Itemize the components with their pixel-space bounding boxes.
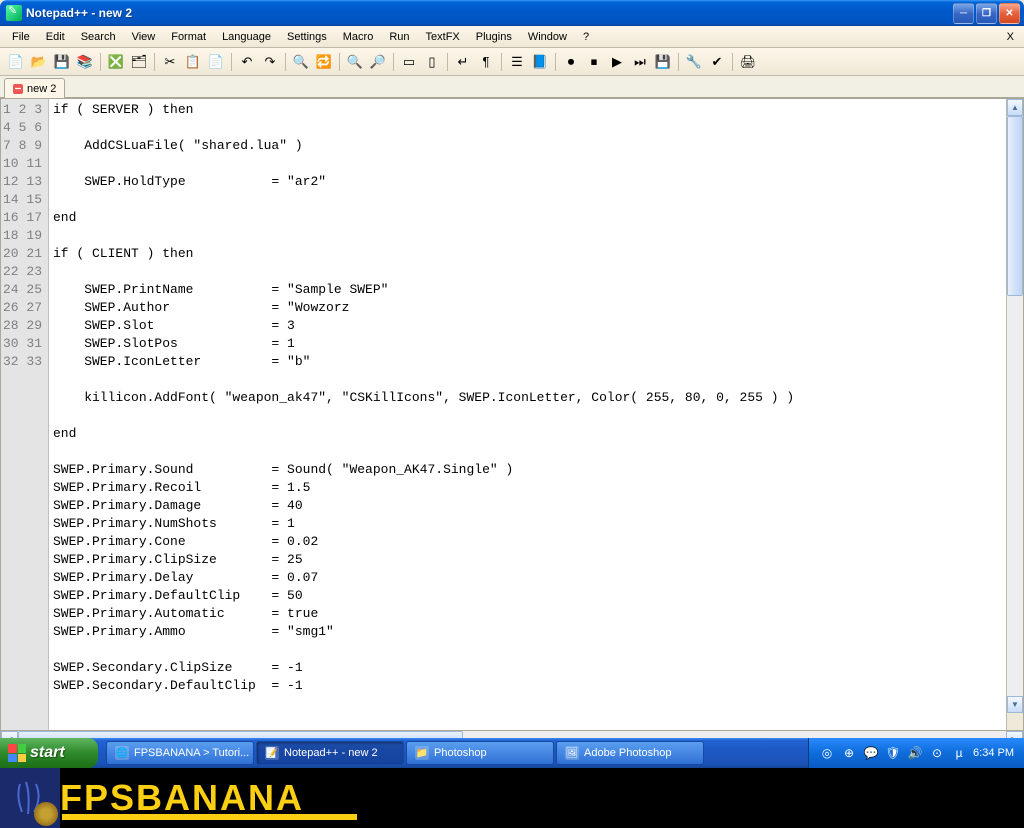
tray-icon[interactable]: ◎ — [819, 745, 835, 761]
toolbar: 📄📂💾📚❎🗂✂📋📄↶↷🔍🔁🔍🔎▭▯↵¶☰📘⏺⏹▶⏭💾🔧✔🖨 — [0, 48, 1024, 76]
tray-icon[interactable]: ⊙ — [929, 745, 945, 761]
zoom-in-icon[interactable]: 🔍 — [345, 52, 365, 72]
play-multi-icon[interactable]: ⏭ — [630, 52, 650, 72]
app-icon — [6, 5, 22, 21]
tray-icon[interactable]: 💬 — [863, 745, 879, 761]
tabbar: new 2 — [0, 76, 1024, 98]
cut-icon[interactable]: ✂ — [160, 52, 180, 72]
titlebar[interactable]: Notepad++ - new 2 ─ ❐ ✕ — [0, 0, 1024, 26]
mdi-close-button[interactable]: X — [1001, 29, 1020, 45]
save-icon[interactable]: 💾 — [52, 52, 72, 72]
tab-label: new 2 — [27, 83, 56, 95]
stop-icon[interactable]: ⏹ — [584, 52, 604, 72]
menu-window[interactable]: Window — [520, 29, 575, 45]
menu-file[interactable]: File — [4, 29, 38, 45]
save-macro-icon[interactable]: 💾 — [653, 52, 673, 72]
menu-plugins[interactable]: Plugins — [468, 29, 520, 45]
menu-format[interactable]: Format — [163, 29, 214, 45]
task-icon: 📝 — [265, 746, 279, 760]
taskbar: start 🌐FPSBANANA > Tutori...📝Notepad++ -… — [0, 738, 1024, 768]
tray-icon[interactable]: µ — [951, 745, 967, 761]
sync-h-icon[interactable]: ▯ — [422, 52, 442, 72]
user-lang-icon[interactable]: 📘 — [530, 52, 550, 72]
minimize-button[interactable]: ─ — [953, 3, 974, 24]
fpsbanana-banner: FPSBANANA — [0, 768, 1024, 828]
zoom-out-icon[interactable]: 🔎 — [368, 52, 388, 72]
tab-new-2[interactable]: new 2 — [4, 78, 65, 98]
scroll-down-icon[interactable]: ▼ — [1007, 696, 1023, 713]
task-buttons: 🌐FPSBANANA > Tutori...📝Notepad++ - new 2… — [98, 738, 808, 768]
windows-logo-icon — [8, 744, 26, 762]
banner-text: FPSBANANA — [60, 780, 304, 816]
task-icon: 📁 — [415, 746, 429, 760]
replace-icon[interactable]: 🔁 — [314, 52, 334, 72]
line-gutter[interactable]: 1 2 3 4 5 6 7 8 9 10 11 12 13 14 15 16 1… — [1, 99, 49, 730]
close-all-icon[interactable]: 🗂 — [129, 52, 149, 72]
paste-icon[interactable]: 📄 — [206, 52, 226, 72]
editor: 1 2 3 4 5 6 7 8 9 10 11 12 13 14 15 16 1… — [0, 98, 1024, 731]
system-tray: ◎ ⊕ 💬 🛡 🔊 ⊙ µ 6:34 PM — [808, 738, 1024, 768]
task-icon: 🖼 — [565, 746, 579, 760]
menu-textfx[interactable]: TextFX — [418, 29, 468, 45]
maximize-button[interactable]: ❐ — [976, 3, 997, 24]
unsaved-icon — [13, 84, 23, 94]
all-chars-icon[interactable]: ¶ — [476, 52, 496, 72]
clock[interactable]: 6:34 PM — [973, 747, 1014, 759]
start-button[interactable]: start — [0, 738, 98, 768]
menu-search[interactable]: Search — [73, 29, 124, 45]
redo-icon[interactable]: ↷ — [260, 52, 280, 72]
menu-language[interactable]: Language — [214, 29, 279, 45]
copy-icon[interactable]: 📋 — [183, 52, 203, 72]
menu-settings[interactable]: Settings — [279, 29, 335, 45]
wow-icon — [34, 802, 58, 826]
task-icon: 🌐 — [115, 746, 129, 760]
find-icon[interactable]: 🔍 — [291, 52, 311, 72]
app-window: Notepad++ - new 2 ─ ❐ ✕ FileEditSearchVi… — [0, 0, 1024, 768]
launch-icon[interactable]: 🔧 — [684, 52, 704, 72]
taskbar-item[interactable]: 📝Notepad++ - new 2 — [256, 741, 404, 765]
window-title: Notepad++ - new 2 — [26, 6, 953, 20]
tray-icon[interactable]: 🛡 — [885, 745, 901, 761]
vertical-scrollbar[interactable]: ▲ ▼ — [1006, 99, 1023, 730]
open-file-icon[interactable]: 📂 — [29, 52, 49, 72]
spellcheck-icon[interactable]: ✔ — [707, 52, 727, 72]
new-file-icon[interactable]: 📄 — [6, 52, 26, 72]
close-button[interactable]: ✕ — [999, 3, 1020, 24]
print-icon[interactable]: 🖨 — [738, 52, 758, 72]
taskbar-item[interactable]: 📁Photoshop — [406, 741, 554, 765]
close-icon[interactable]: ❎ — [106, 52, 126, 72]
save-all-icon[interactable]: 📚 — [75, 52, 95, 72]
banner-avatar — [0, 768, 60, 828]
tray-icon[interactable]: 🔊 — [907, 745, 923, 761]
taskbar-item[interactable]: 🖼Adobe Photoshop — [556, 741, 704, 765]
code-area[interactable]: if ( SERVER ) then AddCSLuaFile( "shared… — [49, 99, 1006, 730]
record-icon[interactable]: ⏺ — [561, 52, 581, 72]
menu-run[interactable]: Run — [381, 29, 417, 45]
play-icon[interactable]: ▶ — [607, 52, 627, 72]
indent-guide-icon[interactable]: ☰ — [507, 52, 527, 72]
menu-macro[interactable]: Macro — [335, 29, 382, 45]
wrap-icon[interactable]: ↵ — [453, 52, 473, 72]
scroll-thumb[interactable] — [1007, 116, 1023, 296]
sync-v-icon[interactable]: ▭ — [399, 52, 419, 72]
menu-view[interactable]: View — [124, 29, 164, 45]
undo-icon[interactable]: ↶ — [237, 52, 257, 72]
menu-help[interactable]: ? — [575, 29, 597, 45]
menubar: FileEditSearchViewFormatLanguageSettings… — [0, 26, 1024, 48]
tray-icon[interactable]: ⊕ — [841, 745, 857, 761]
scroll-up-icon[interactable]: ▲ — [1007, 99, 1023, 116]
taskbar-item[interactable]: 🌐FPSBANANA > Tutori... — [106, 741, 254, 765]
menu-edit[interactable]: Edit — [38, 29, 73, 45]
